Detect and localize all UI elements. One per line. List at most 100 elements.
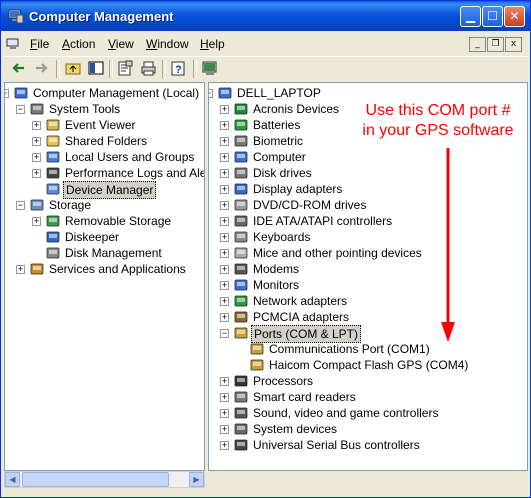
collapse-icon[interactable]: −	[16, 201, 25, 210]
tree-item[interactable]: + Computer	[209, 149, 527, 165]
expand-icon[interactable]: +	[220, 425, 229, 434]
expand-icon[interactable]: +	[32, 169, 41, 178]
collapse-icon[interactable]: −	[209, 89, 213, 98]
scroll-right-button[interactable]: ▶	[189, 472, 204, 487]
tree-item[interactable]: + Shared Folders	[5, 133, 204, 149]
tree-item[interactable]: + Disk drives	[209, 165, 527, 181]
expand-icon[interactable]: +	[220, 169, 229, 178]
up-folder-icon[interactable]	[65, 60, 82, 77]
console-tree-pane[interactable]: −Computer Management (Local)−System Tool…	[4, 82, 205, 471]
tree-item[interactable]: + Display adapters	[209, 181, 527, 197]
expand-icon[interactable]: +	[32, 121, 41, 130]
computer-management-icon	[8, 9, 24, 24]
scroll-thumb[interactable]	[22, 472, 169, 487]
expand-icon[interactable]: +	[220, 265, 229, 274]
tree-item-label: Disk drives	[253, 166, 312, 180]
mmc-doc-icon[interactable]	[6, 36, 22, 52]
tree-item[interactable]: Disk Management	[5, 245, 204, 261]
tree-item[interactable]: + IDE ATA/ATAPI controllers	[209, 213, 527, 229]
tree-item[interactable]: − DELL_LAPTOP	[209, 85, 527, 101]
collapse-icon[interactable]: −	[220, 329, 229, 338]
tree-item[interactable]: Haicom Compact Flash GPS (COM4)	[209, 357, 527, 373]
tree-item-label: Removable Storage	[65, 214, 172, 228]
tree-item[interactable]: − Ports (COM & LPT)	[209, 325, 527, 343]
back-arrow-icon[interactable]	[10, 60, 27, 77]
title-bar[interactable]: Computer Management ▁ ☐ ✕	[1, 1, 530, 31]
expand-icon[interactable]: +	[220, 377, 229, 386]
expand-icon[interactable]: +	[220, 105, 229, 114]
horizontal-scrollbar[interactable]: ◀ ▶	[4, 471, 205, 488]
tree-item[interactable]: + Mice and other pointing devices	[209, 245, 527, 261]
menu-help[interactable]: Help	[200, 37, 225, 51]
mdi-restore-button[interactable]: ❐	[487, 37, 504, 52]
tree-item[interactable]: + DVD/CD-ROM drives	[209, 197, 527, 213]
tree-item[interactable]: − Storage	[5, 197, 204, 213]
tree-item[interactable]: + Processors	[209, 373, 527, 389]
tree-item[interactable]: Communications Port (COM1)	[209, 341, 527, 357]
tree-item[interactable]: + Universal Serial Bus controllers	[209, 437, 527, 453]
toolbar: ?	[4, 56, 528, 81]
expand-icon[interactable]: +	[220, 441, 229, 450]
tree-item-label: Smart card readers	[253, 390, 356, 404]
tree-item[interactable]: Device Manager	[5, 181, 204, 199]
expand-icon[interactable]: +	[220, 153, 229, 162]
tree-item[interactable]: + Smart card readers	[209, 389, 527, 405]
tree-item[interactable]: + Removable Storage	[5, 213, 204, 229]
tree-item[interactable]: + Keyboards	[209, 229, 527, 245]
tree-item-label: Communications Port (COM1)	[269, 342, 430, 356]
expand-icon[interactable]: +	[220, 217, 229, 226]
mdi-close-button[interactable]: x	[505, 37, 522, 52]
expand-icon[interactable]: +	[220, 281, 229, 290]
expand-icon[interactable]: +	[220, 393, 229, 402]
expand-icon[interactable]: +	[220, 249, 229, 258]
tree-item[interactable]: + Services and Applications	[5, 261, 204, 277]
tree-item-label: System devices	[253, 422, 338, 436]
maximize-button[interactable]: ☐	[482, 6, 503, 27]
menu-action[interactable]: Action	[62, 37, 95, 51]
menu-view[interactable]: View	[108, 37, 134, 51]
collapse-icon[interactable]: −	[5, 89, 9, 98]
keyboard-icon	[233, 229, 249, 245]
tree-item[interactable]: + Local Users and Groups	[5, 149, 204, 165]
expand-icon[interactable]: +	[220, 233, 229, 242]
device-scan-icon[interactable]	[202, 60, 219, 77]
tree-item-label: System Tools	[49, 102, 121, 116]
tree-item[interactable]: + Monitors	[209, 277, 527, 293]
tree-item[interactable]: + Modems	[209, 261, 527, 277]
mdi-minimize-button[interactable]: _	[469, 37, 486, 52]
tree-item[interactable]: + Performance Logs and Alerts	[5, 165, 204, 181]
tree-item[interactable]: Diskeeper	[5, 229, 204, 245]
expand-icon[interactable]: +	[220, 137, 229, 146]
tree-item[interactable]: + System devices	[209, 421, 527, 437]
scroll-left-button[interactable]: ◀	[5, 472, 20, 487]
tree-item[interactable]: − Computer Management (Local)	[5, 85, 204, 101]
print-icon[interactable]	[140, 60, 157, 77]
expand-icon[interactable]: +	[220, 121, 229, 130]
help-icon[interactable]: ?	[170, 60, 187, 77]
tree-item[interactable]: + Event Viewer	[5, 117, 204, 133]
expand-icon[interactable]: +	[32, 153, 41, 162]
properties-icon[interactable]	[117, 60, 134, 77]
expand-icon[interactable]: +	[32, 217, 41, 226]
expand-icon[interactable]: +	[32, 137, 41, 146]
port-icon	[249, 341, 265, 357]
window-title: Computer Management	[29, 9, 174, 24]
expand-icon[interactable]: +	[220, 185, 229, 194]
tree-item[interactable]: + Sound, video and game controllers	[209, 405, 527, 421]
computer-management-icon	[13, 85, 29, 101]
menu-file[interactable]: File	[30, 37, 49, 51]
show-hide-tree-icon[interactable]	[88, 60, 105, 77]
expand-icon[interactable]: +	[16, 265, 25, 274]
expand-icon[interactable]: +	[220, 201, 229, 210]
collapse-icon[interactable]: −	[16, 105, 25, 114]
tree-item[interactable]: − System Tools	[5, 101, 204, 117]
expand-icon[interactable]: +	[220, 313, 229, 322]
minimize-button[interactable]: ▁	[460, 6, 481, 27]
tree-item[interactable]: + PCMCIA adapters	[209, 309, 527, 325]
close-button[interactable]: ✕	[504, 6, 525, 27]
expand-icon[interactable]: +	[220, 297, 229, 306]
menu-window[interactable]: Window	[146, 37, 189, 51]
tree-item[interactable]: + Network adapters	[209, 293, 527, 309]
expand-icon[interactable]: +	[220, 409, 229, 418]
forward-arrow-icon[interactable]	[33, 60, 50, 77]
